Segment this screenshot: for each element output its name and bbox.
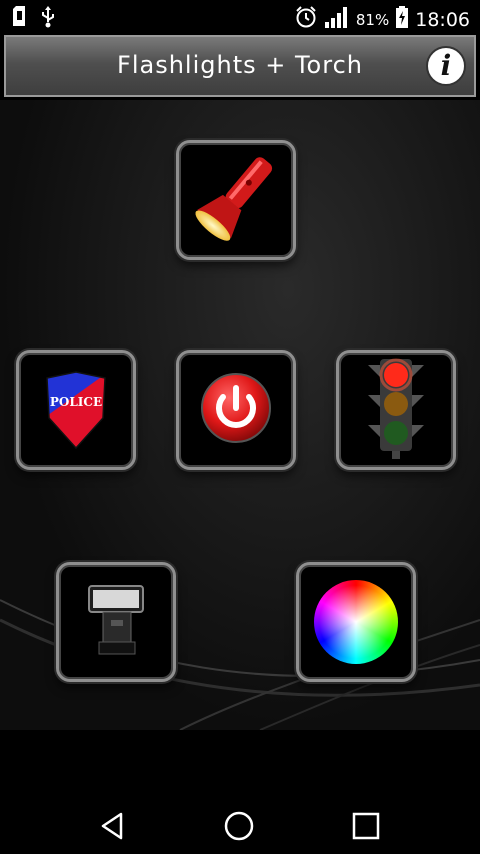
signal-bars-icon <box>324 6 350 33</box>
police-badge-icon: POLICE <box>41 370 111 450</box>
sd-card-icon <box>12 6 26 32</box>
battery-percent: 81% <box>355 10 390 29</box>
page-title: Flashlights + Torch <box>117 51 363 79</box>
traffic-light-button[interactable] <box>336 350 456 470</box>
camera-flash-icon <box>81 580 151 664</box>
camera-flash-button[interactable] <box>56 562 176 682</box>
clock-time: 18:06 <box>415 8 470 31</box>
alarm-clock-icon <box>294 5 318 34</box>
back-icon[interactable] <box>92 806 132 846</box>
status-bar: 81% 18:06 <box>0 0 480 34</box>
home-icon[interactable] <box>219 806 259 846</box>
recents-icon[interactable] <box>346 806 386 846</box>
title-bar: Flashlights + Torch i <box>4 35 476 97</box>
usb-icon <box>40 6 56 32</box>
main-panel: POLICE <box>0 100 480 730</box>
navigation-bar <box>0 730 480 854</box>
power-button[interactable] <box>176 350 296 470</box>
police-button[interactable]: POLICE <box>16 350 136 470</box>
police-label: POLICE <box>49 395 103 409</box>
color-wheel-button[interactable] <box>296 562 416 682</box>
color-wheel-icon <box>314 580 398 664</box>
traffic-light-icon <box>364 353 428 467</box>
info-icon[interactable]: i <box>426 46 466 86</box>
flashlight-icon <box>186 148 286 252</box>
battery-charging-icon <box>395 6 409 33</box>
flashlight-button[interactable] <box>176 140 296 260</box>
power-icon <box>198 370 274 450</box>
